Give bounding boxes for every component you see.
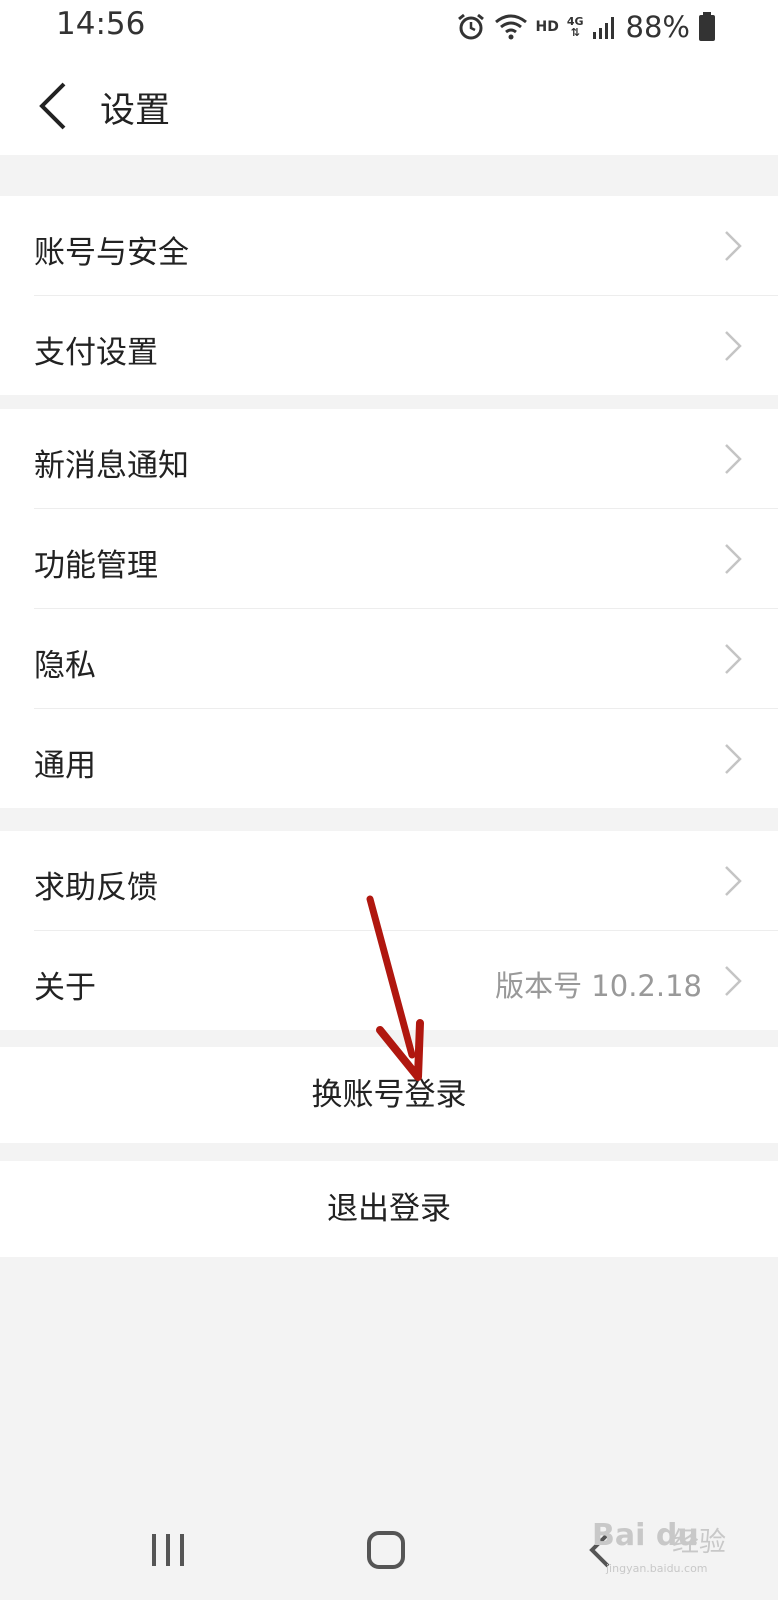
page-title: 设置 bbox=[100, 91, 171, 131]
settings-item-label: 账号与安全 bbox=[34, 235, 189, 271]
chevron-right-icon bbox=[725, 644, 742, 674]
recent-apps-icon[interactable] bbox=[138, 1528, 198, 1572]
logout-button[interactable]: 退出登录 bbox=[0, 1161, 778, 1257]
signal-icon bbox=[592, 17, 614, 39]
settings-group-help: 求助反馈 关于 版本号 10.2.18 bbox=[0, 831, 778, 1030]
settings-group-general: 新消息通知 功能管理 隐私 通用 bbox=[0, 409, 778, 808]
hd-indicator: HD bbox=[535, 19, 559, 35]
network-indicator: 4G ⇅ bbox=[566, 15, 584, 39]
settings-item-privacy[interactable]: 隐私 bbox=[34, 609, 778, 709]
watermark-url: jingyan.baidu.com bbox=[606, 1562, 708, 1575]
settings-item-label: 通用 bbox=[34, 748, 96, 784]
chevron-left-icon[interactable] bbox=[34, 80, 74, 132]
chevron-right-icon bbox=[725, 744, 742, 774]
chevron-right-icon bbox=[725, 866, 742, 896]
alarm-icon bbox=[457, 13, 484, 40]
settings-item-label: 支付设置 bbox=[34, 335, 158, 371]
battery-icon bbox=[699, 12, 715, 41]
home-icon[interactable] bbox=[356, 1528, 416, 1572]
status-icons: HD 4G ⇅ 88% bbox=[448, 10, 717, 44]
settings-item-label: 隐私 bbox=[34, 648, 96, 684]
settings-item-label: 关于 bbox=[34, 970, 96, 1006]
settings-item-feedback[interactable]: 求助反馈 bbox=[34, 831, 778, 931]
baidu-watermark: Bai du 经验 jingyan.baidu.com bbox=[592, 1510, 772, 1590]
settings-item-account-security[interactable]: 账号与安全 bbox=[34, 196, 778, 296]
chevron-right-icon bbox=[725, 331, 742, 361]
wifi-icon bbox=[494, 14, 527, 40]
settings-item-features[interactable]: 功能管理 bbox=[34, 509, 778, 609]
settings-item-label: 求助反馈 bbox=[34, 870, 158, 906]
version-number: 版本号 10.2.18 bbox=[495, 969, 702, 1003]
settings-group-account: 账号与安全 支付设置 bbox=[0, 196, 778, 395]
switch-account-button[interactable]: 换账号登录 bbox=[0, 1047, 778, 1143]
settings-item-label: 功能管理 bbox=[34, 548, 158, 584]
status-bar: 14:56 HD 4G ⇅ 88% bbox=[0, 0, 778, 54]
settings-item-notifications[interactable]: 新消息通知 bbox=[34, 409, 778, 509]
settings-item-about[interactable]: 关于 版本号 10.2.18 bbox=[34, 931, 778, 1030]
settings-item-payment[interactable]: 支付设置 bbox=[34, 296, 778, 395]
status-time: 14:56 bbox=[56, 6, 146, 42]
battery-percent: 88% bbox=[625, 10, 690, 44]
settings-item-general[interactable]: 通用 bbox=[34, 709, 778, 808]
chevron-right-icon bbox=[725, 444, 742, 474]
chevron-right-icon bbox=[725, 544, 742, 574]
chevron-right-icon bbox=[725, 231, 742, 261]
chevron-right-icon bbox=[725, 966, 742, 996]
settings-item-label: 新消息通知 bbox=[34, 448, 189, 484]
title-bar: 设置 bbox=[0, 54, 778, 155]
watermark-text: 经验 bbox=[672, 1527, 726, 1558]
